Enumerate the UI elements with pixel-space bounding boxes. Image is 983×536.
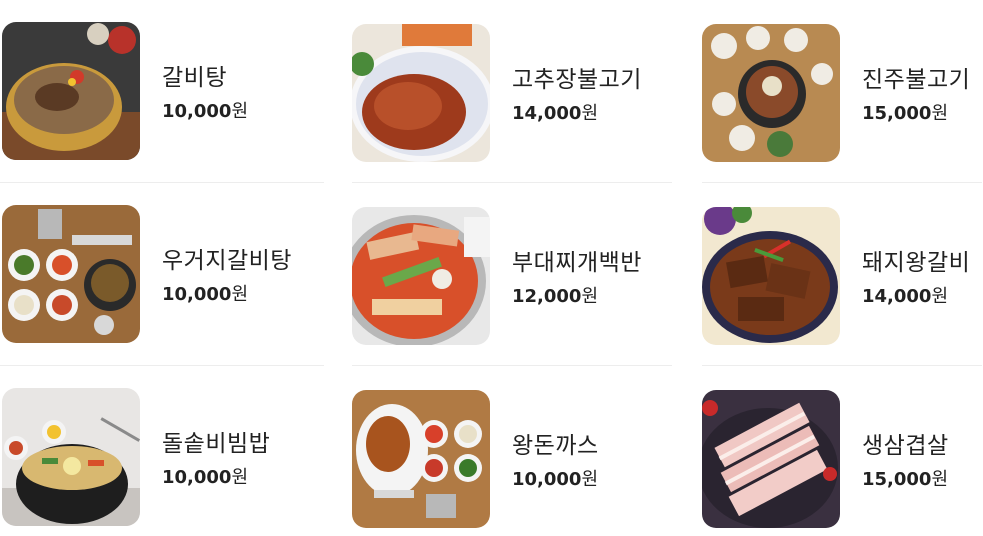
row-divider [0, 182, 324, 183]
price-unit: 원 [581, 469, 599, 490]
price-amount: 10,000 [162, 101, 232, 122]
menu-item-price: 15,000원 [862, 465, 948, 491]
menu-item-price: 10,000원 [162, 463, 248, 489]
wang-donkatsu-photo[interactable] [352, 390, 490, 528]
price-unit: 원 [231, 467, 249, 488]
menu-grid: 갈비탕 10,000원 고추장불고기 14,000원 진주불고기 15,000원… [0, 0, 983, 536]
menu-item-budae-jjigae[interactable]: 부대찌개백반 12,000원 [352, 207, 682, 347]
menu-item-price: 15,000원 [862, 99, 948, 125]
menu-item-pork-galbi[interactable]: 돼지왕갈비 14,000원 [702, 207, 983, 347]
price-unit: 원 [931, 469, 949, 490]
price-unit: 원 [931, 286, 949, 307]
menu-item-name: 부대찌개백반 [512, 250, 642, 276]
menu-item-name: 돼지왕갈비 [862, 250, 971, 276]
menu-item-name: 왕돈까스 [512, 433, 599, 459]
row-divider [352, 365, 672, 366]
price-amount: 10,000 [162, 467, 232, 488]
price-amount: 10,000 [162, 284, 232, 305]
menu-item-dolsot-bibimbap[interactable]: 돌솥비빔밥 10,000원 [2, 388, 332, 528]
menu-item-ugeoji-galbitang[interactable]: 우거지갈비탕 10,000원 [2, 205, 332, 345]
menu-item-name: 돌솥비빔밥 [162, 431, 271, 457]
row-divider [702, 365, 982, 366]
price-amount: 10,000 [512, 469, 582, 490]
menu-item-price: 10,000원 [162, 97, 248, 123]
price-amount: 12,000 [512, 286, 582, 307]
menu-item-galbitang[interactable]: 갈비탕 10,000원 [2, 22, 332, 162]
price-unit: 원 [581, 286, 599, 307]
row-divider [0, 365, 324, 366]
menu-item-wang-donkatsu[interactable]: 왕돈까스 10,000원 [352, 390, 682, 530]
price-unit: 원 [231, 101, 249, 122]
menu-item-price: 12,000원 [512, 282, 598, 308]
price-unit: 원 [931, 103, 949, 124]
menu-item-gochujang-bulgogi[interactable]: 고추장불고기 14,000원 [352, 24, 682, 164]
row-divider [352, 182, 672, 183]
menu-item-samgyeopsal[interactable]: 생삼겹살 15,000원 [702, 390, 983, 530]
pork-galbi-photo[interactable] [702, 207, 840, 345]
budae-jjigae-photo[interactable] [352, 207, 490, 345]
menu-item-price: 14,000원 [512, 99, 598, 125]
menu-item-name: 우거지갈비탕 [162, 248, 292, 274]
gochujang-bulgogi-photo[interactable] [352, 24, 490, 162]
menu-item-price: 10,000원 [512, 465, 598, 491]
menu-item-name: 생삼겹살 [862, 433, 949, 459]
price-unit: 원 [231, 284, 249, 305]
jinju-bulgogi-photo[interactable] [702, 24, 840, 162]
menu-item-name: 갈비탕 [162, 65, 227, 91]
menu-item-price: 10,000원 [162, 280, 248, 306]
price-unit: 원 [581, 103, 599, 124]
menu-item-price: 14,000원 [862, 282, 948, 308]
price-amount: 14,000 [512, 103, 582, 124]
menu-item-name: 고추장불고기 [512, 67, 642, 93]
price-amount: 15,000 [862, 103, 932, 124]
menu-item-name: 진주불고기 [862, 67, 971, 93]
dolsot-bibimbap-photo[interactable] [2, 388, 140, 526]
menu-item-jinju-bulgogi[interactable]: 진주불고기 15,000원 [702, 24, 983, 164]
galbitang-photo[interactable] [2, 22, 140, 160]
row-divider [702, 182, 982, 183]
price-amount: 15,000 [862, 469, 932, 490]
price-amount: 14,000 [862, 286, 932, 307]
ugeoji-galbitang-photo[interactable] [2, 205, 140, 343]
samgyeopsal-photo[interactable] [702, 390, 840, 528]
